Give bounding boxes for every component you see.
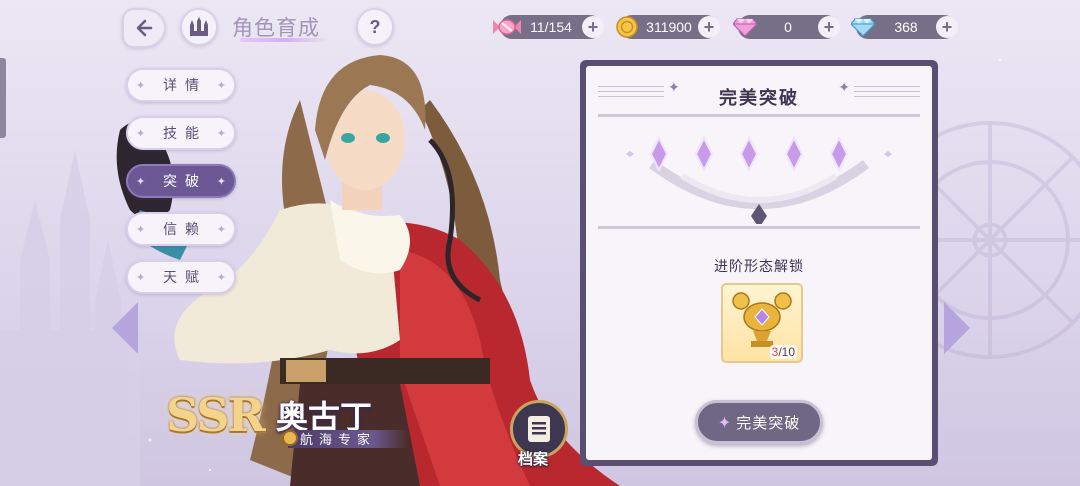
book-icon xyxy=(528,416,550,442)
rarity-badge: SSR xyxy=(166,388,266,442)
add-gold-button[interactable]: + xyxy=(698,16,720,38)
breakthrough-panel-inner: ✦ ✦ 完美突破 进阶形态解锁 3/10 ✦ 完美突破 xyxy=(586,66,932,460)
sparkle-icon: ✦ xyxy=(136,126,146,140)
divider xyxy=(598,226,920,229)
help-icon: ? xyxy=(369,16,381,37)
panel-title: 完美突破 xyxy=(719,88,799,109)
resource-candy: 11/154 + xyxy=(493,15,604,39)
tab-breakthrough-label: 突破 xyxy=(163,174,207,190)
tab-talent[interactable]: ✦ 天赋 ✦ xyxy=(126,260,236,294)
add-candy-button[interactable]: + xyxy=(582,16,604,38)
sparkle-icon: ✦ xyxy=(216,174,226,188)
tab-details-label: 详情 xyxy=(163,78,207,94)
perfect-breakthrough-label: 完美突破 xyxy=(736,413,801,432)
divider xyxy=(598,114,920,117)
sparkle-icon: ✦ xyxy=(216,270,226,284)
tab-details[interactable]: ✦ 详情 ✦ xyxy=(126,68,236,102)
resource-blue-diamond: 368 + xyxy=(851,15,958,39)
gold-coin-icon xyxy=(612,12,642,42)
unlock-label: 进阶形态解锁 xyxy=(714,259,804,275)
sparkle-icon: ✦ xyxy=(216,222,226,236)
star-icon xyxy=(649,135,849,173)
item-count: 3/10 xyxy=(769,345,797,359)
sparkle-icon: ✦ xyxy=(136,174,146,188)
previous-character-arrow[interactable] xyxy=(112,302,138,354)
sparkle-icon: ✦ xyxy=(136,270,146,284)
breakthrough-panel: ✦ ✦ 完美突破 进阶形态解锁 3/10 ✦ 完美突破 xyxy=(580,60,938,466)
sparkle-icon: ✦ xyxy=(136,222,146,236)
tab-trust[interactable]: ✦ 信赖 ✦ xyxy=(126,212,236,246)
add-blue-diamond-button[interactable]: + xyxy=(936,16,958,38)
resource-pink-diamond: 0 + xyxy=(733,15,840,39)
next-character-arrow[interactable] xyxy=(944,302,970,354)
tab-skills[interactable]: ✦ 技能 ✦ xyxy=(126,116,236,150)
side-drawer-handle[interactable] xyxy=(0,58,6,138)
archive-label: 档案 xyxy=(518,450,549,468)
breakthrough-item-card[interactable]: 3/10 xyxy=(721,283,803,363)
tab-breakthrough[interactable]: ✦ 突破 ✦ xyxy=(126,164,236,198)
sparkle-icon: ✦ xyxy=(136,78,146,92)
perfect-breakthrough-button[interactable]: ✦ 完美突破 xyxy=(695,400,823,444)
star-progress xyxy=(626,135,892,224)
add-pink-diamond-button[interactable]: + xyxy=(818,16,840,38)
tab-talent-label: 天赋 xyxy=(163,270,207,286)
blue-diamond-icon xyxy=(848,12,878,42)
tab-trust-label: 信赖 xyxy=(163,222,207,238)
tab-skills-label: 技能 xyxy=(163,126,207,142)
sparkle-icon: ✦ xyxy=(216,78,226,92)
pink-diamond-icon xyxy=(730,12,760,42)
class-emblem-icon xyxy=(282,430,298,446)
back-arrow-icon xyxy=(136,19,153,37)
resource-gold: 311900 + xyxy=(616,15,720,39)
sparkle-icon: ✦ xyxy=(717,412,733,432)
candy-icon xyxy=(492,12,522,42)
castle-home-icon xyxy=(190,17,208,36)
sparkle-icon: ✦ xyxy=(216,126,226,140)
character-title: 航海专家 xyxy=(300,433,377,448)
